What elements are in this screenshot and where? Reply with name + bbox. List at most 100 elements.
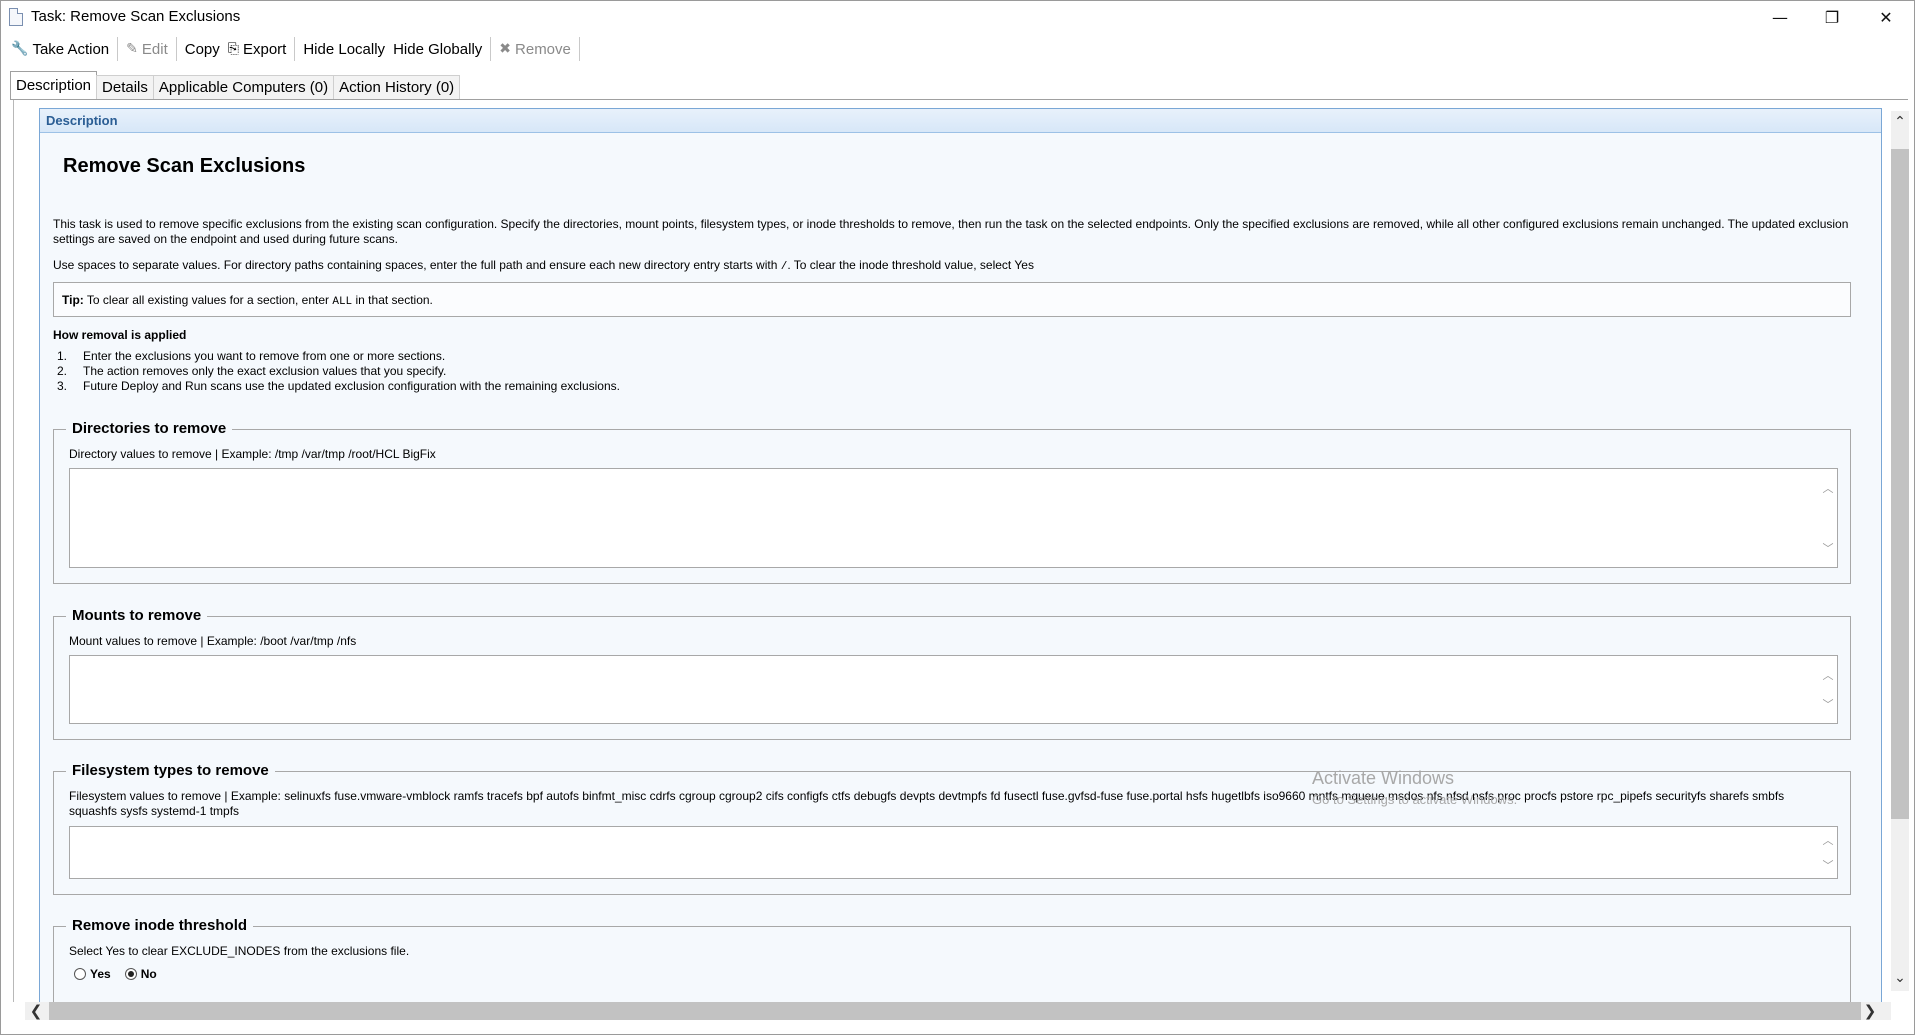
usage-paragraph: Use spaces to separate values. For direc… (53, 258, 1863, 275)
mounts-label: Mount values to remove | Example: /boot … (69, 634, 357, 648)
scroll-up-icon[interactable]: ︿ (1823, 480, 1834, 496)
watermark-subtitle: Go to Settings to activate Windows. (1312, 792, 1518, 807)
step-text: Future Deploy and Run scans use the upda… (83, 379, 620, 393)
step-number: 2. (57, 364, 68, 378)
steps-list: 1. Enter the exclusions you want to remov… (57, 349, 620, 394)
step-text: Enter the exclusions you want to remove … (83, 349, 446, 363)
inode-label: Select Yes to clear EXCLUDE_INODES from … (69, 944, 410, 958)
minimize-button[interactable]: — (1751, 1, 1809, 33)
hide-locally-button[interactable]: Hide Locally (299, 36, 389, 62)
intro-paragraph: This task is used to remove specific exc… (53, 217, 1849, 246)
toolbar-separator (490, 37, 492, 61)
directories-legend: Directories to remove (66, 420, 233, 437)
filesystems-label: Filesystem values to remove | Example: s… (69, 789, 1785, 818)
pencil-icon: ✎ (126, 41, 138, 57)
tip-label: Tip: (62, 293, 84, 307)
directories-textarea[interactable] (69, 468, 1838, 568)
description-panel-header: Description (40, 109, 1881, 133)
take-action-button[interactable]: 🔧 Take Action (7, 36, 113, 62)
watermark-title: Activate Windows (1312, 768, 1455, 788)
hide-locally-label: Hide Locally (303, 40, 386, 58)
x-icon: ✖ (499, 41, 512, 57)
how-removal-heading: How removal is applied (53, 328, 187, 342)
scroll-left-arrow-icon[interactable]: ❮ (25, 1002, 47, 1020)
horizontal-scroll-thumb[interactable] (49, 1002, 1861, 1020)
scroll-up-icon[interactable]: ︿ (1823, 832, 1834, 848)
tip-text-b: in that section. (352, 293, 433, 307)
vertical-scrollbar[interactable] (1891, 111, 1909, 991)
scroll-down-icon[interactable]: ﹀ (1823, 540, 1834, 556)
toolbar-separator (294, 37, 296, 61)
copy-button[interactable]: Copy (181, 36, 224, 62)
description-content: Remove Scan Exclusions This task is used… (53, 135, 1868, 1002)
tip-text-a: To clear all existing values for a secti… (83, 293, 333, 307)
page-title: Remove Scan Exclusions (63, 155, 306, 177)
filesystems-textarea[interactable] (69, 826, 1838, 879)
copy-label: Copy (184, 40, 220, 58)
scroll-right-arrow-icon[interactable]: ❯ (1859, 1002, 1881, 1020)
filesystems-legend: Filesystem types to remove (66, 762, 275, 779)
vertical-scroll-thumb[interactable] (1891, 149, 1909, 819)
tip-box: Tip: To clear all existing values for a … (53, 282, 1851, 317)
filesystems-textarea-scroll[interactable]: ︿ ﹀ (1820, 826, 1836, 879)
edit-button[interactable]: ✎ Edit (122, 36, 172, 62)
take-action-label: Take Action (32, 40, 110, 58)
tip-code: ALL (332, 296, 353, 308)
export-icon: ⎘ (227, 41, 239, 57)
step-text: The action removes only the exact exclus… (83, 364, 447, 378)
list-item: 3. Future Deploy and Run scans use the up… (57, 379, 620, 394)
tab-applicable-computers[interactable]: Applicable Computers (0) (152, 75, 335, 99)
mounts-textarea[interactable] (69, 655, 1838, 724)
close-button[interactable]: ✕ (1857, 1, 1915, 33)
window-title: Task: Remove Scan Exclusions (31, 8, 241, 25)
tab-details[interactable]: Details (96, 75, 154, 99)
scroll-up-arrow-icon[interactable]: ⌃ (1889, 113, 1911, 131)
scroll-down-arrow-icon[interactable]: ⌄ (1889, 969, 1911, 987)
inode-no-radio[interactable] (124, 968, 137, 980)
title-bar: Task: Remove Scan Exclusions — ❐ ✕ (1, 1, 1914, 33)
activate-windows-watermark: Activate Windows Go to Settings to activ… (1312, 768, 1517, 807)
export-label: Export (242, 40, 287, 58)
mounts-legend: Mounts to remove (66, 607, 208, 624)
directories-textarea-scroll[interactable]: ︿ ﹀ (1820, 468, 1836, 568)
tab-strip: Description Details Applicable Computers… (10, 71, 461, 99)
toolbar-separator (117, 37, 119, 61)
toolbar-separator (175, 37, 177, 61)
inode-yes-radio[interactable] (74, 968, 86, 980)
mounts-section: Mounts to remove Mount values to remove … (53, 607, 1851, 740)
inode-section: Remove inode threshold Select Yes to cle… (53, 917, 1851, 1002)
tab-description[interactable]: Description (10, 71, 98, 99)
remove-label: Remove (515, 40, 571, 58)
horizontal-scrollbar[interactable] (25, 1002, 1891, 1020)
usage-text-b: . To clear the inode threshold value, se… (787, 258, 1034, 272)
document-icon (9, 8, 23, 26)
list-item: 2. The action removes only the exact excl… (57, 364, 620, 379)
step-number: 1. (57, 349, 68, 363)
scroll-down-icon[interactable]: ﹀ (1823, 857, 1834, 873)
edit-label: Edit (141, 40, 168, 58)
mounts-textarea-scroll[interactable]: ︿ ﹀ (1820, 655, 1836, 724)
inode-legend: Remove inode threshold (66, 917, 254, 934)
list-item: 1. Enter the exclusions you want to remov… (57, 349, 620, 364)
description-viewport: Description Remove Scan Exclusions This … (13, 100, 1891, 1002)
usage-text-a: Use spaces to separate values. For direc… (53, 258, 781, 272)
toolbar-separator (578, 37, 580, 61)
inode-yes-label[interactable]: Yes (90, 967, 111, 981)
step-number: 3. (57, 379, 68, 393)
scroll-down-icon[interactable]: ﹀ (1823, 696, 1834, 712)
export-button[interactable]: ⎘ Export (224, 36, 291, 62)
hide-globally-label: Hide Globally (393, 40, 483, 58)
directories-label: Directory values to remove | Example: /t… (69, 447, 436, 461)
inode-no-label[interactable]: No (141, 967, 157, 981)
task-window: Task: Remove Scan Exclusions — ❐ ✕ 🔧 Tak… (0, 0, 1915, 1035)
tab-action-history[interactable]: Action History (0) (333, 75, 461, 99)
restore-button[interactable]: ❐ (1803, 1, 1861, 33)
directories-section: Directories to remove Directory values t… (53, 420, 1851, 584)
scroll-up-icon[interactable]: ︿ (1823, 667, 1834, 683)
filesystems-section: Filesystem types to remove Filesystem va… (53, 762, 1851, 895)
inode-radio-group: Yes No (74, 967, 157, 981)
remove-button[interactable]: ✖ Remove (495, 36, 575, 62)
wrench-icon: 🔧 (11, 41, 29, 57)
hide-globally-button[interactable]: Hide Globally (389, 36, 486, 62)
toolbar: 🔧 Take Action ✎ Edit Copy ⎘ Export Hide … (1, 34, 1914, 64)
